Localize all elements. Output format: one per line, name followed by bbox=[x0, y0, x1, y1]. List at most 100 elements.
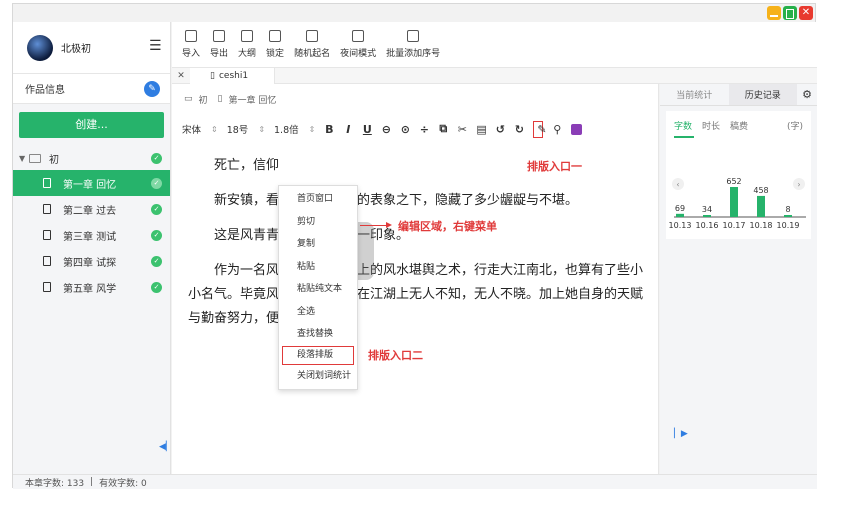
lock-label: 锁定 bbox=[266, 49, 285, 59]
ctx-close-word-stats[interactable]: 关闭划词统计 bbox=[279, 365, 357, 388]
ctx-cut[interactable]: 剪切 bbox=[279, 211, 357, 234]
chapter-item[interactable]: 第四章 试探 ✓ bbox=[13, 248, 170, 274]
save-icon[interactable] bbox=[571, 123, 583, 135]
night-mode-button[interactable]: 夜间模式 bbox=[340, 22, 376, 67]
tab-current-stats[interactable]: 当前统计 bbox=[660, 84, 729, 105]
chapter-item[interactable]: 第一章 回忆 ✓ bbox=[13, 170, 170, 196]
split-icon[interactable]: ÷ bbox=[419, 123, 429, 136]
italic-icon[interactable]: I bbox=[343, 123, 353, 136]
create-button[interactable]: 创建... bbox=[19, 112, 164, 138]
check-icon: ✓ bbox=[151, 255, 162, 267]
updown-icon: ⇕ bbox=[211, 124, 218, 134]
link-icon[interactable]: ⊖ bbox=[381, 123, 391, 136]
export-button[interactable]: 导出 bbox=[210, 22, 228, 67]
chart-tick-label: 10.16 bbox=[696, 221, 719, 230]
ctx-paste[interactable]: 粘贴 bbox=[279, 256, 357, 279]
chevron-right-icon[interactable]: › bbox=[797, 180, 800, 189]
tab-history[interactable]: 历史记录 bbox=[728, 84, 797, 105]
magic-wand-icon[interactable]: ✎ bbox=[533, 120, 547, 138]
subtab-words[interactable]: 字数 bbox=[674, 119, 692, 132]
stats-panel: 当前统计 历史记录 ⚙ 字数 时长 稿费 (字) ‹ › 69 10.13 34 10… bbox=[660, 84, 817, 474]
breadcrumb: ▭ 初 ▯ 第一章 回忆 bbox=[172, 84, 658, 114]
location-icon[interactable]: ⊙ bbox=[400, 123, 410, 136]
lock-button[interactable]: 锁定 bbox=[266, 22, 284, 67]
bold-icon[interactable]: B bbox=[324, 123, 334, 136]
chart-data-label: 458 bbox=[753, 186, 768, 195]
folder-icon: ▭ bbox=[184, 94, 193, 104]
import-label: 导入 bbox=[182, 49, 201, 59]
format-toolbar: 宋体 ⇕ 18号 ⇕ 1.8倍 ⇕ B I U ⊖ ⊙ ÷ ⧉ ✂ ▤ ↺ ↻ ✎ ⚲ bbox=[172, 114, 658, 144]
check-icon: ✓ bbox=[151, 203, 162, 215]
chapter-label: 第五章 风学 bbox=[63, 283, 117, 295]
edit-icon[interactable]: ✎ bbox=[144, 81, 160, 97]
underline-icon[interactable]: U bbox=[362, 123, 372, 136]
ctx-select-all[interactable]: 全选 bbox=[279, 301, 357, 324]
document-icon bbox=[43, 256, 51, 266]
check-icon: ✓ bbox=[151, 152, 162, 164]
maximize-icon[interactable] bbox=[783, 6, 797, 20]
chart-bar bbox=[757, 195, 765, 217]
profile: 北极初 ☰ bbox=[13, 22, 170, 74]
close-tab-icon[interactable]: ✕ bbox=[172, 71, 190, 81]
tab-bar: ✕ ▯ ceshi1 bbox=[172, 67, 817, 84]
work-info[interactable]: 作品信息 ✎ bbox=[13, 74, 170, 104]
chapter-item[interactable]: 第三章 测试 ✓ bbox=[13, 222, 170, 248]
chart-tick-label: 10.19 bbox=[777, 221, 800, 230]
check-icon: ✓ bbox=[151, 229, 162, 241]
breadcrumb-chapter[interactable]: 第一章 回忆 bbox=[228, 93, 276, 106]
document-icon bbox=[43, 204, 51, 214]
collapse-left-icon[interactable]: ◀▏ bbox=[159, 442, 173, 452]
random-name-button[interactable]: 随机起名 bbox=[294, 22, 330, 67]
chapter-label: 第三章 测试 bbox=[63, 231, 117, 243]
tree-root[interactable]: ▼ 初 ✓ bbox=[13, 146, 170, 170]
duplicate-icon[interactable]: ⧉ bbox=[438, 122, 448, 136]
folder-icon bbox=[29, 153, 41, 163]
import-button[interactable]: 导入 bbox=[182, 22, 200, 67]
stats-tabs: 当前统计 历史记录 ⚙ bbox=[660, 84, 817, 106]
import-icon bbox=[185, 30, 197, 42]
random-name-label: 随机起名 bbox=[294, 49, 331, 59]
annotation-entry-one: 排版入口一 bbox=[527, 160, 582, 173]
breadcrumb-root[interactable]: 初 bbox=[199, 93, 208, 106]
ctx-copy[interactable]: 复制 bbox=[279, 233, 357, 256]
chart-data-label: 34 bbox=[702, 205, 712, 214]
redo-icon[interactable]: ↻ bbox=[514, 123, 524, 136]
undo-icon[interactable]: ↺ bbox=[495, 123, 505, 136]
search-icon[interactable]: ⚲ bbox=[552, 123, 562, 136]
context-menu: 首页窗口 剪切 复制 粘贴 粘贴纯文本 全选 查找替换 段落排版 关闭划词统计 bbox=[278, 185, 358, 390]
ctx-home-window[interactable]: 首页窗口 bbox=[279, 188, 357, 211]
book-icon: ▯ bbox=[210, 70, 215, 81]
line-spacing-select[interactable]: 1.8倍 ⇕ bbox=[274, 122, 315, 137]
chevron-left-icon[interactable]: ‹ bbox=[676, 180, 679, 189]
ctx-find-replace[interactable]: 查找替换 bbox=[279, 323, 357, 346]
cube-icon bbox=[306, 30, 319, 42]
tab-ceshi1[interactable]: ▯ ceshi1 bbox=[190, 67, 276, 84]
outline-button[interactable]: 大纲 bbox=[238, 22, 256, 67]
history-card: 字数 时长 稿费 (字) ‹ › 69 10.13 34 10.16 652 10.17 4… bbox=[666, 111, 811, 239]
minimize-icon[interactable] bbox=[767, 6, 781, 20]
close-icon[interactable] bbox=[799, 6, 813, 20]
avatar[interactable] bbox=[27, 34, 53, 61]
caret-down-icon[interactable]: ▼ bbox=[19, 154, 29, 163]
ctx-paragraph-layout[interactable]: 段落排版 bbox=[282, 345, 354, 365]
font-select[interactable]: 宋体 ⇕ bbox=[182, 122, 218, 137]
subtab-duration[interactable]: 时长 bbox=[702, 119, 720, 132]
collapse-right-icon[interactable]: ▏▶ bbox=[674, 429, 688, 439]
chapter-item[interactable]: 第二章 过去 ✓ bbox=[13, 196, 170, 222]
annotation-edit-area: 编辑区域，右键菜单 bbox=[398, 220, 497, 233]
scissors-icon[interactable]: ✂ bbox=[457, 123, 467, 136]
hamburger-menu-icon[interactable]: ☰ bbox=[149, 38, 162, 54]
valid-word-count: 有效字数: 0 bbox=[99, 478, 147, 489]
status-separator: | bbox=[90, 477, 94, 487]
chapter-item[interactable]: 第五章 风学 ✓ bbox=[13, 274, 170, 300]
batch-number-button[interactable]: 批量添加序号 bbox=[386, 22, 440, 67]
night-mode-label: 夜间模式 bbox=[340, 49, 377, 59]
ctx-paste-plain[interactable]: 粘贴纯文本 bbox=[279, 278, 357, 301]
size-select[interactable]: 18号 ⇕ bbox=[227, 122, 265, 137]
check-icon: ✓ bbox=[151, 177, 162, 189]
chart-tick-label: 10.18 bbox=[750, 221, 773, 230]
clipboard-icon[interactable]: ▤ bbox=[476, 123, 486, 136]
gear-icon[interactable]: ⚙ bbox=[797, 84, 817, 105]
subtab-fee[interactable]: 稿费 bbox=[730, 119, 748, 132]
editor-text[interactable]: 死亡，信仰 新安镇，看起来平静如常的表象之下，隐藏了多少龌龊与不堪。 这是风青青… bbox=[172, 144, 658, 331]
